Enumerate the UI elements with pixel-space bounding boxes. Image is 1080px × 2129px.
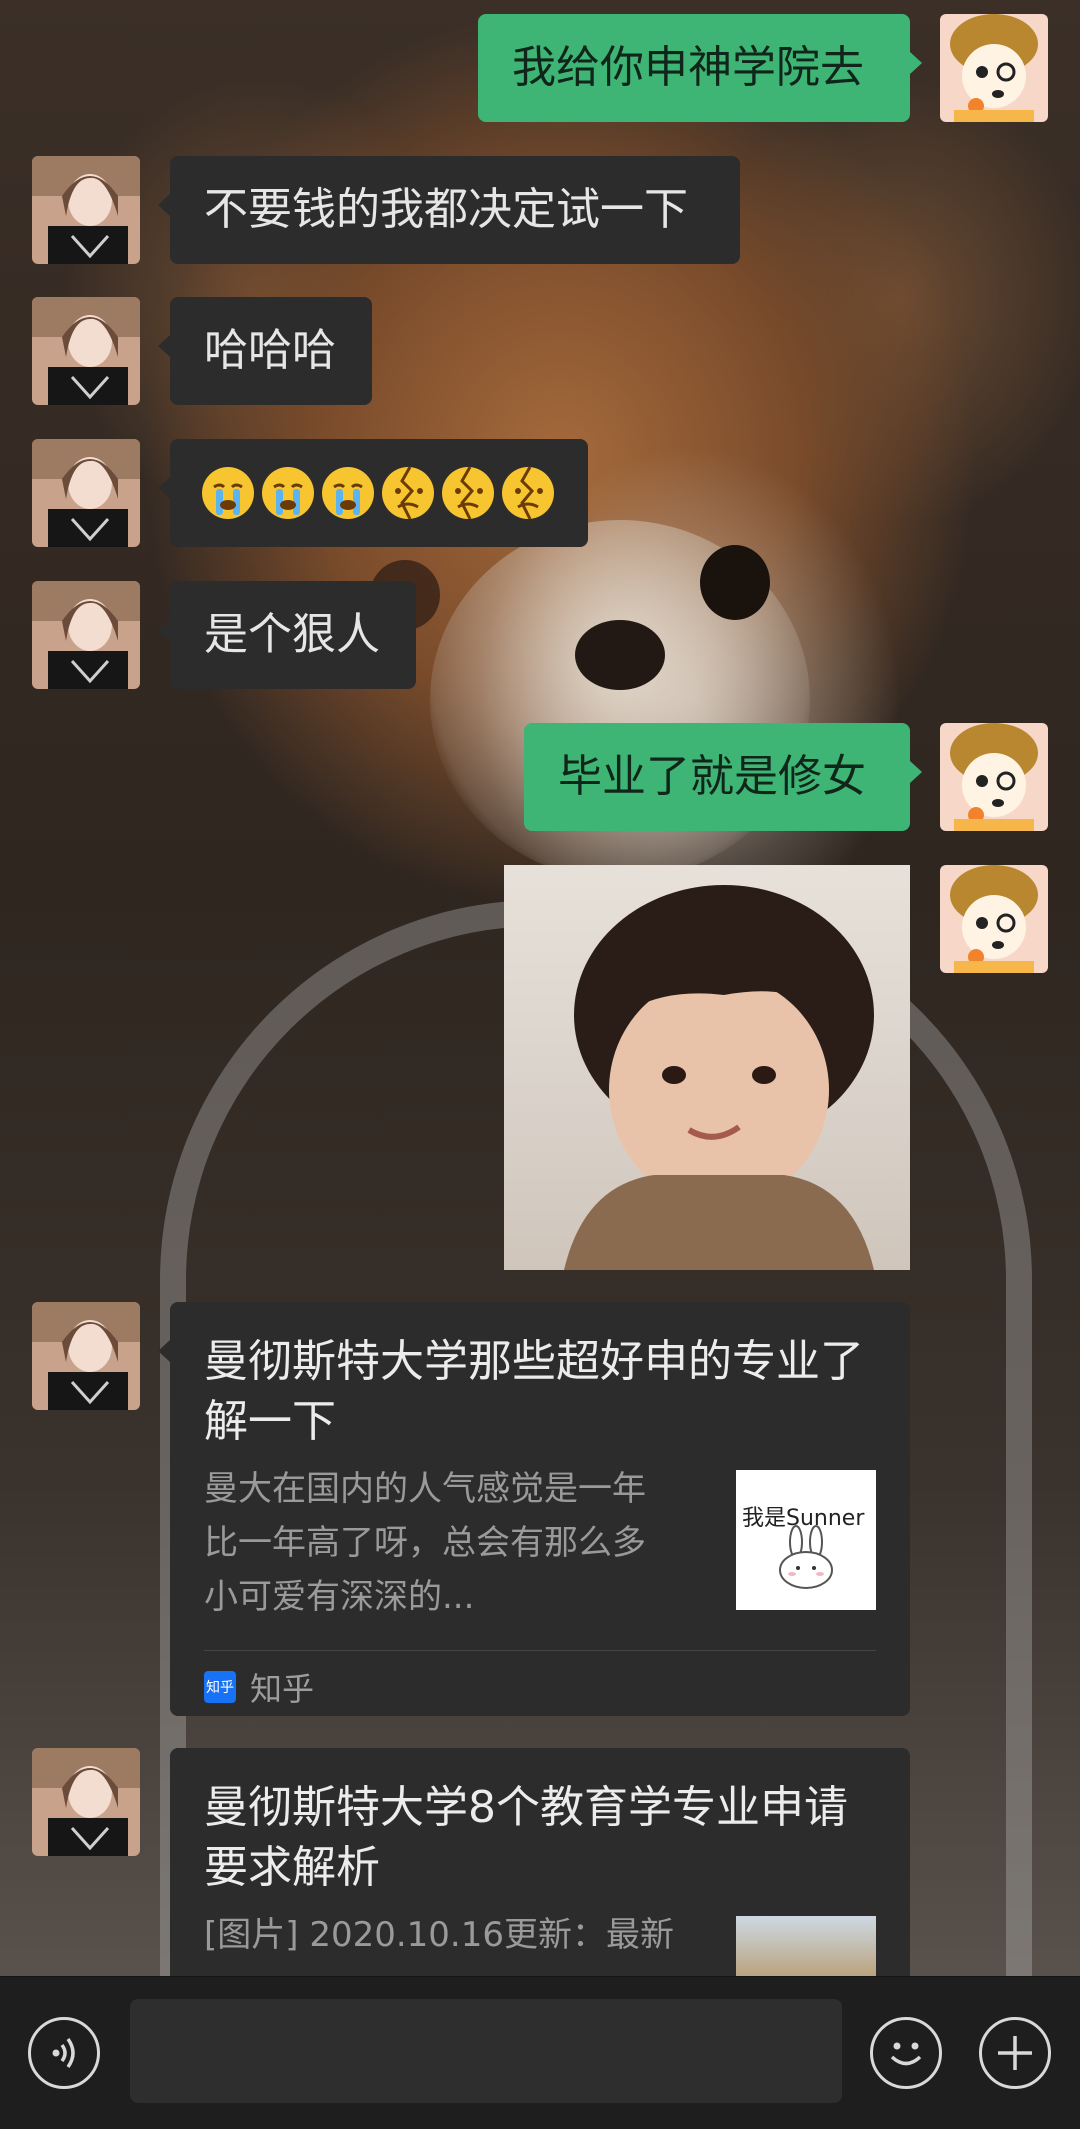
link-card-thumbnail: 我是Sunner (736, 1470, 876, 1610)
friend-avatar[interactable] (32, 439, 140, 547)
message-bubble-incoming[interactable] (158, 439, 588, 547)
link-card-source-label: 知乎 (250, 1670, 315, 1708)
link-card-description: [图片] 2020.10.16更新：最新 (204, 1915, 675, 1955)
message-bubble-incoming[interactable]: 不要钱的我都决定试一下 (158, 156, 740, 264)
zhihu-icon: 知乎 (204, 1671, 236, 1703)
message-bubble-incoming[interactable]: 是个狠人 (158, 581, 416, 689)
link-card[interactable]: 曼彻斯特大学8个教育学专业申请要求解析 [图片] 2020.10.16更新：最新 (170, 1748, 910, 1976)
plus-icon (998, 2036, 1032, 2070)
crying-face-emoji (262, 467, 314, 519)
crying-face-emoji (202, 467, 254, 519)
friend-avatar[interactable] (32, 581, 140, 689)
message-bubble-outgoing[interactable]: 毕业了就是修女 (524, 723, 922, 831)
friend-avatar[interactable] (32, 1748, 140, 1856)
message-bubble-outgoing[interactable]: 我给你申神学院去 (478, 14, 922, 122)
friend-avatar[interactable] (32, 156, 140, 264)
broken-face-emoji (382, 466, 434, 520)
background-dog-eye-right (700, 545, 770, 620)
child-sticker-image[interactable] (504, 865, 910, 1270)
chat-input-bar (0, 1976, 1080, 2129)
broken-face-emoji (442, 466, 494, 520)
emoji-icon (890, 2042, 922, 2066)
link-card-divider (204, 1650, 876, 1651)
my-avatar[interactable] (940, 865, 1048, 973)
friend-avatar[interactable] (32, 1302, 140, 1410)
more-button[interactable] (979, 2017, 1051, 2089)
message-text: 不要钱的我都决定试一下 (204, 184, 688, 235)
background-dog-nose (575, 620, 665, 690)
link-card-description: 曼大在国内的人气感觉是一年 比一年高了呀，总会有那么多 小可爱有深深的... (204, 1469, 646, 1617)
broken-face-emoji (502, 466, 554, 520)
link-card-title: 曼彻斯特大学8个教育学专业申请要求解析 (204, 1782, 848, 1893)
emoji-row (200, 465, 556, 521)
my-avatar[interactable] (940, 14, 1048, 122)
message-bubble-incoming[interactable]: 哈哈哈 (158, 297, 372, 405)
voice-button[interactable] (28, 2017, 100, 2089)
crying-face-emoji (322, 467, 374, 519)
friend-avatar[interactable] (32, 297, 140, 405)
message-input[interactable] (130, 1999, 842, 2103)
link-card-thumbnail (736, 1916, 876, 1976)
emoji-button[interactable] (870, 2017, 942, 2089)
link-card-title: 曼彻斯特大学那些超好申的专业了解一下 (204, 1336, 864, 1447)
voice-icon (52, 2037, 75, 2069)
message-text: 毕业了就是修女 (558, 751, 866, 802)
link-card[interactable]: 曼彻斯特大学那些超好申的专业了解一下 曼大在国内的人气感觉是一年 比一年高了呀，… (158, 1302, 910, 1716)
link-card-source: 知乎 知乎 (204, 1664, 314, 1710)
bunny-doodle-icon (779, 1525, 833, 1589)
message-text: 我给你申神学院去 (512, 42, 864, 93)
my-avatar[interactable] (940, 723, 1048, 831)
message-text: 哈哈哈 (204, 325, 336, 376)
message-text: 是个狠人 (204, 609, 380, 660)
